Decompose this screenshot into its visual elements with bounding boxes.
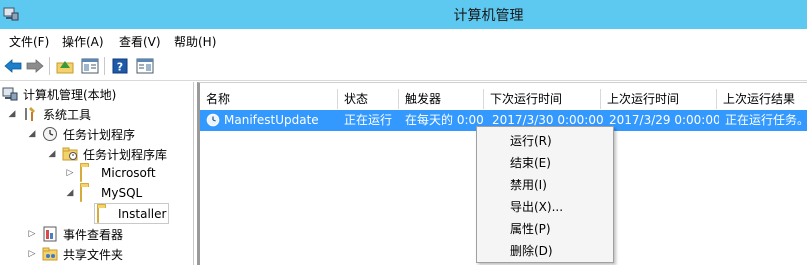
show-hide-tree-icon[interactable] [80, 56, 100, 76]
properties-pane-icon[interactable] [135, 56, 155, 76]
tree-item-task-library[interactable]: ◢ 任务计划程序库 [46, 144, 167, 164]
shared-folder-icon [42, 246, 58, 262]
forward-arrow-icon[interactable] [25, 56, 45, 76]
tree-item-root[interactable]: 计算机管理(本地) [2, 84, 116, 104]
task-status: 正在运行 [344, 113, 393, 127]
folder-icon [97, 206, 113, 223]
tree-item-label: 系统工具 [43, 107, 92, 122]
list-header: 名称 状态 触发器 下次运行时间 上次运行时间 上次运行结果 [200, 89, 807, 109]
folder-icon [80, 165, 96, 182]
computer-management-icon [2, 86, 18, 102]
task-trigger: 在每天的 0:00 [405, 113, 483, 127]
clock-icon [42, 126, 58, 142]
menu-bar: 文件(F) 操作(A) 查看(V) 帮助(H) [0, 29, 807, 51]
chevron-right-icon[interactable]: ▷ [64, 168, 76, 178]
title-bar: 计算机管理 [0, 0, 807, 29]
tree-item-label: Installer [118, 206, 167, 221]
chevron-down-icon[interactable]: ◢ [26, 129, 38, 139]
chevron-right-icon[interactable]: ▷ [26, 229, 38, 239]
task-name: ManifestUpdate [224, 113, 319, 127]
tree-item-task-scheduler[interactable]: ◢ 任务计划程序 [26, 124, 135, 144]
tree-item-system-tools[interactable]: ◢ 系统工具 [6, 104, 91, 124]
column-header-status[interactable]: 状态 [338, 89, 399, 109]
task-library-folder-icon [62, 146, 78, 162]
window-title: 计算机管理 [453, 8, 524, 24]
context-menu: 运行(R) 结束(E) 禁用(I) 导出(X)... 属性(P) 删除(D) [476, 126, 614, 263]
chevron-down-icon[interactable]: ◢ [46, 149, 58, 159]
menu-file[interactable]: 文件(F) [9, 33, 49, 50]
tree-item-microsoft[interactable]: ▷ Microsoft [64, 163, 156, 183]
tree-item-mysql[interactable]: ◢ MySQL [64, 183, 142, 203]
toolbar-separator [104, 57, 105, 75]
tools-icon [22, 106, 38, 122]
column-header-last-run[interactable]: 上次运行时间 [601, 89, 717, 109]
tree-item-label: MySQL [101, 186, 143, 200]
tree-item-label: 共享文件夹 [63, 247, 124, 262]
tree-item-shared-folders[interactable]: ▷ 共享文件夹 [26, 244, 123, 264]
menu-item-delete[interactable]: 删除(D) [510, 241, 553, 261]
column-header-last-result[interactable]: 上次运行结果 [717, 89, 807, 109]
menu-view[interactable]: 查看(V) [119, 33, 161, 50]
navigation-tree: 计算机管理(本地) ◢ 系统工具 ◢ 任务计划程序 ◢ 任务计划程序库 ▷ Mi… [0, 82, 194, 265]
column-header-next-run[interactable]: 下次运行时间 [484, 89, 601, 109]
column-header-name[interactable]: 名称 [200, 89, 338, 109]
task-clock-icon [206, 113, 221, 128]
tree-item-label: 任务计划程序 [63, 127, 136, 142]
toolbar-separator [49, 57, 50, 75]
task-last-run: 2017/3/29 0:00:00 [609, 113, 719, 127]
chevron-right-icon[interactable]: ▷ [26, 249, 38, 259]
folder-icon [80, 185, 96, 202]
svg-text:?: ? [117, 61, 123, 74]
task-last-result: 正在运行任务。 [725, 113, 807, 127]
menu-item-properties[interactable]: 属性(P) [510, 219, 551, 239]
menu-item-run[interactable]: 运行(R) [510, 131, 552, 151]
column-header-trigger[interactable]: 触发器 [399, 89, 484, 109]
chevron-down-icon[interactable]: ◢ [6, 109, 18, 119]
tree-item-label: 计算机管理(本地) [23, 87, 117, 102]
tree-item-event-viewer[interactable]: ▷ 事件查看器 [26, 224, 123, 244]
tree-item-label: Microsoft [101, 166, 156, 180]
back-arrow-icon[interactable] [3, 56, 23, 76]
menu-item-end[interactable]: 结束(E) [510, 153, 551, 173]
menu-item-disable[interactable]: 禁用(I) [510, 175, 547, 195]
menu-action[interactable]: 操作(A) [62, 33, 104, 50]
tree-item-label: 任务计划程序库 [83, 147, 168, 162]
menu-item-export[interactable]: 导出(X)... [510, 197, 563, 217]
tree-item-label: 事件查看器 [63, 227, 124, 242]
event-viewer-icon [42, 226, 58, 242]
toolbar: ? [0, 51, 807, 81]
chevron-down-icon[interactable]: ◢ [64, 188, 76, 198]
up-folder-icon[interactable] [55, 56, 75, 76]
menu-help[interactable]: 帮助(H) [174, 33, 216, 50]
help-icon[interactable]: ? [110, 56, 130, 76]
tree-item-installer[interactable]: Installer [94, 203, 170, 224]
